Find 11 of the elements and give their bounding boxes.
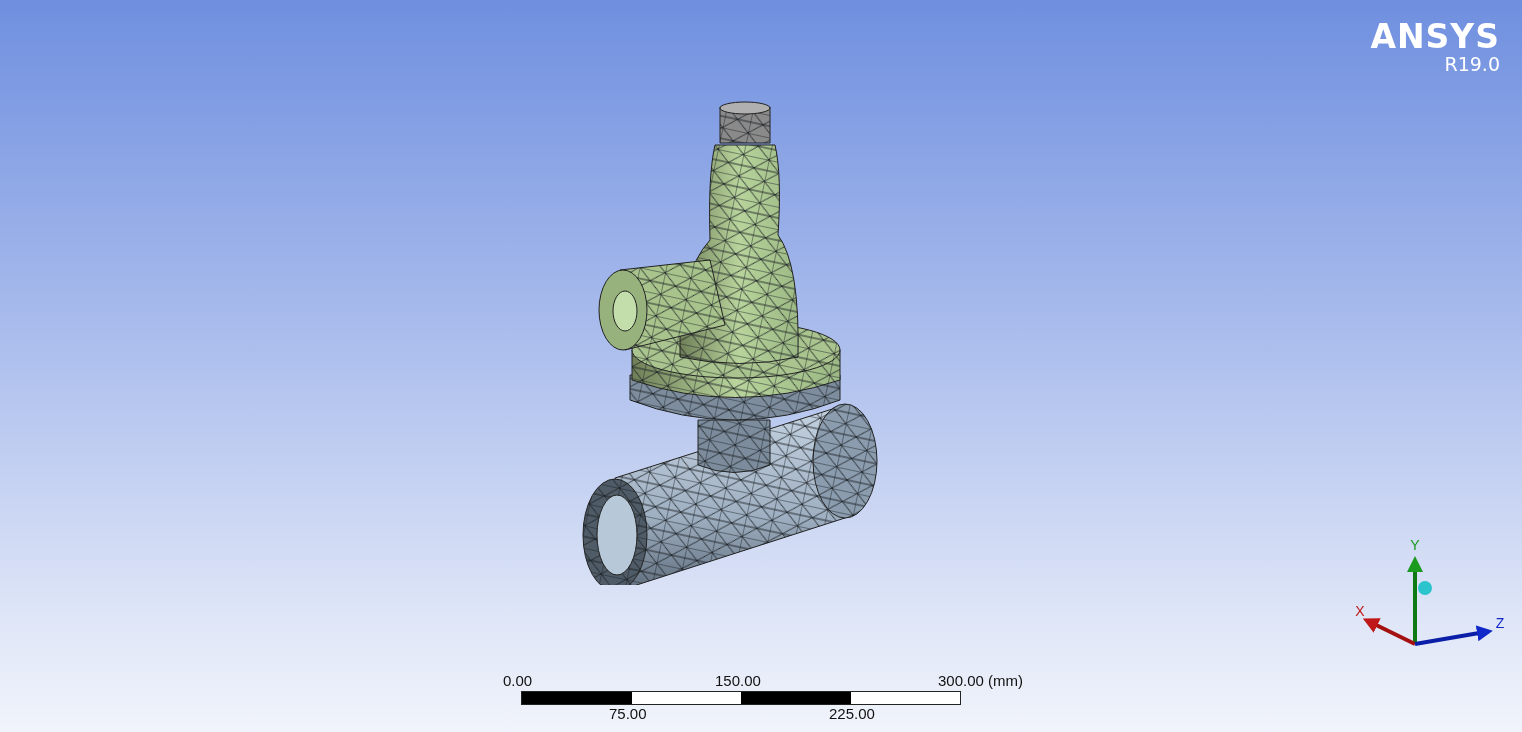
axis-label: X <box>1355 603 1365 619</box>
sphere-icon <box>1418 581 1432 595</box>
axis-label: Z <box>1495 615 1505 631</box>
scale-label: 300.00 (mm) <box>938 672 1024 690</box>
scale-label: 0.00 <box>503 672 533 690</box>
scale-label: 75.00 <box>609 705 647 723</box>
logo-name: ANSYS <box>1370 20 1500 54</box>
axis-label: Y <box>1410 537 1420 553</box>
scale-label: 150.00 <box>715 672 761 690</box>
logo-version: R19.0 <box>1444 54 1500 74</box>
scale-label: 225.00 <box>829 705 875 723</box>
